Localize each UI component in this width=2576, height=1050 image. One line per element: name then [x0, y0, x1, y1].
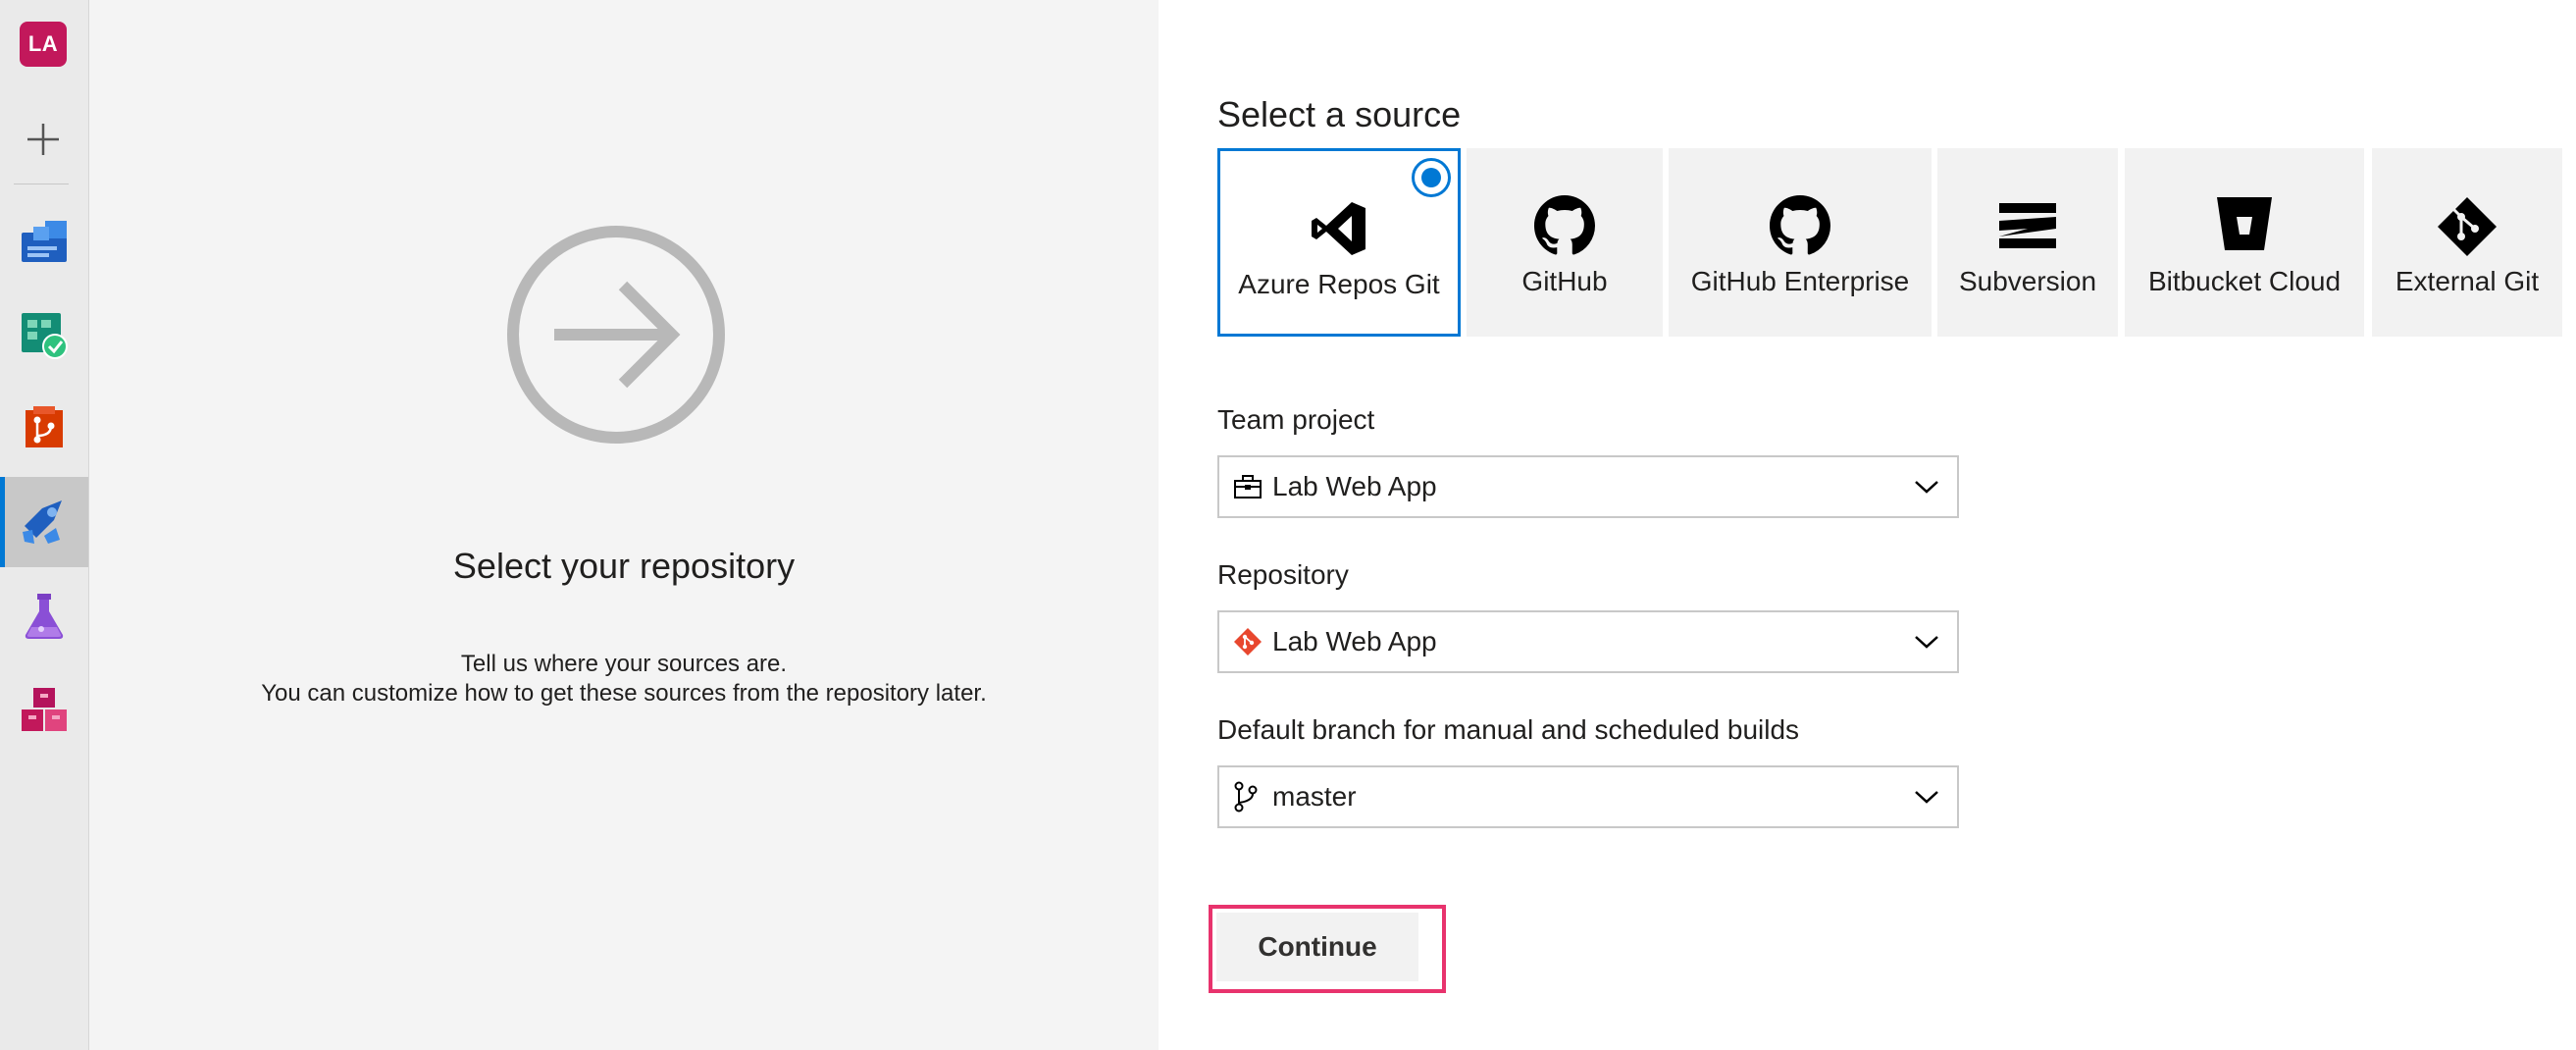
plus-icon [27, 124, 59, 155]
rail-item-boards[interactable] [0, 290, 88, 381]
source-heading: Select a source [1217, 94, 1462, 134]
overview-icon [22, 221, 67, 262]
nav-rail: LA [0, 0, 89, 1050]
source-label: External Git [2395, 266, 2540, 296]
branch-icon [1234, 781, 1258, 813]
source-label: Bitbucket Cloud [2147, 266, 2342, 296]
rail-item-overview[interactable] [0, 196, 88, 287]
repository-value: Lab Web App [1272, 626, 1437, 656]
avatar-initials: LA [27, 31, 59, 56]
source-label: Azure Repos Git [1238, 269, 1440, 299]
chevron-down-icon [1915, 481, 1938, 494]
project-briefcase-icon [1234, 475, 1262, 499]
org-avatar[interactable]: LA [20, 22, 67, 67]
source-github-enterprise[interactable]: GitHub Enterprise [1669, 148, 1932, 337]
info-panel: Select your repository Tell us where you… [89, 0, 1159, 1050]
test-plans-icon [25, 594, 64, 639]
team-project-label: Team project [1217, 404, 1375, 435]
branch-dropdown[interactable]: master [1217, 765, 1959, 828]
git-icon [2438, 197, 2497, 256]
info-description: Tell us where your sources are. You can … [89, 650, 1159, 709]
github-enterprise-icon [1770, 195, 1830, 255]
repository-label: Repository [1217, 559, 1349, 590]
repository-dropdown[interactable]: Lab Web App [1217, 610, 1959, 673]
info-line-2: You can customize how to get these sourc… [261, 680, 987, 707]
branch-label: Default branch for manual and scheduled … [1217, 714, 1800, 745]
rail-item-repos[interactable] [0, 383, 88, 473]
source-label: GitHub Enterprise [1690, 266, 1910, 296]
azure-repos-icon [1312, 202, 1365, 255]
boards-icon [22, 313, 68, 359]
arrow-circle-icon [507, 226, 725, 444]
info-title: Select your repository [452, 546, 796, 586]
team-project-value: Lab Web App [1272, 471, 1437, 501]
continue-button[interactable]: Continue [1216, 913, 1418, 981]
subversion-icon [1999, 203, 2056, 248]
chevron-down-icon [1915, 636, 1938, 649]
git-repo-icon [1234, 628, 1262, 656]
info-line-1: Tell us where your sources are. [460, 651, 788, 677]
pipelines-icon [23, 500, 62, 544]
source-label: GitHub [1521, 266, 1608, 296]
team-project-dropdown[interactable]: Lab Web App [1217, 455, 1959, 518]
selected-radio [1412, 158, 1451, 197]
new-project-button[interactable] [20, 116, 67, 163]
chevron-down-icon [1915, 791, 1938, 804]
source-label: Subversion [1958, 266, 2097, 296]
source-subversion[interactable]: Subversion [1937, 148, 2118, 337]
source-azure-repos[interactable]: Azure Repos Git [1217, 148, 1461, 337]
source-github[interactable]: GitHub [1467, 148, 1663, 337]
rail-item-artifacts[interactable] [0, 665, 88, 756]
source-bitbucket-cloud[interactable]: Bitbucket Cloud [2125, 148, 2364, 337]
repos-icon [26, 406, 63, 447]
branch-value: master [1272, 781, 1357, 812]
artifacts-icon [22, 688, 67, 731]
source-external-git[interactable]: External Git [2372, 148, 2562, 337]
github-icon [1534, 195, 1595, 255]
rail-item-test-plans[interactable] [0, 571, 88, 661]
rail-item-pipelines[interactable] [0, 477, 88, 567]
bitbucket-icon [2217, 197, 2272, 250]
